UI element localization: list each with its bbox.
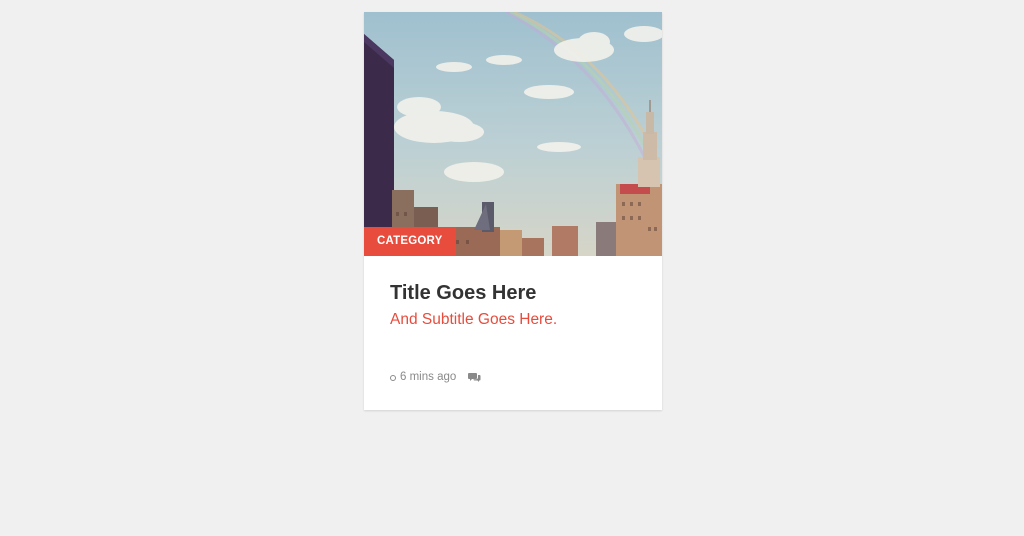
card-title[interactable]: Title Goes Here bbox=[390, 280, 636, 306]
card-body: Title Goes Here And Subtitle Goes Here. bbox=[364, 256, 662, 330]
article-card[interactable]: CATEGORY Title Goes Here And Subtitle Go… bbox=[364, 12, 662, 410]
category-badge[interactable]: CATEGORY bbox=[364, 227, 456, 256]
skyline-photo bbox=[364, 12, 662, 256]
clock-icon bbox=[390, 375, 396, 381]
card-subtitle: And Subtitle Goes Here. bbox=[390, 311, 558, 328]
comments-icon[interactable] bbox=[468, 372, 481, 383]
card-image[interactable]: CATEGORY bbox=[364, 12, 662, 256]
time-ago: 6 mins ago bbox=[400, 371, 457, 383]
card-meta: 6 mins ago bbox=[390, 371, 481, 383]
